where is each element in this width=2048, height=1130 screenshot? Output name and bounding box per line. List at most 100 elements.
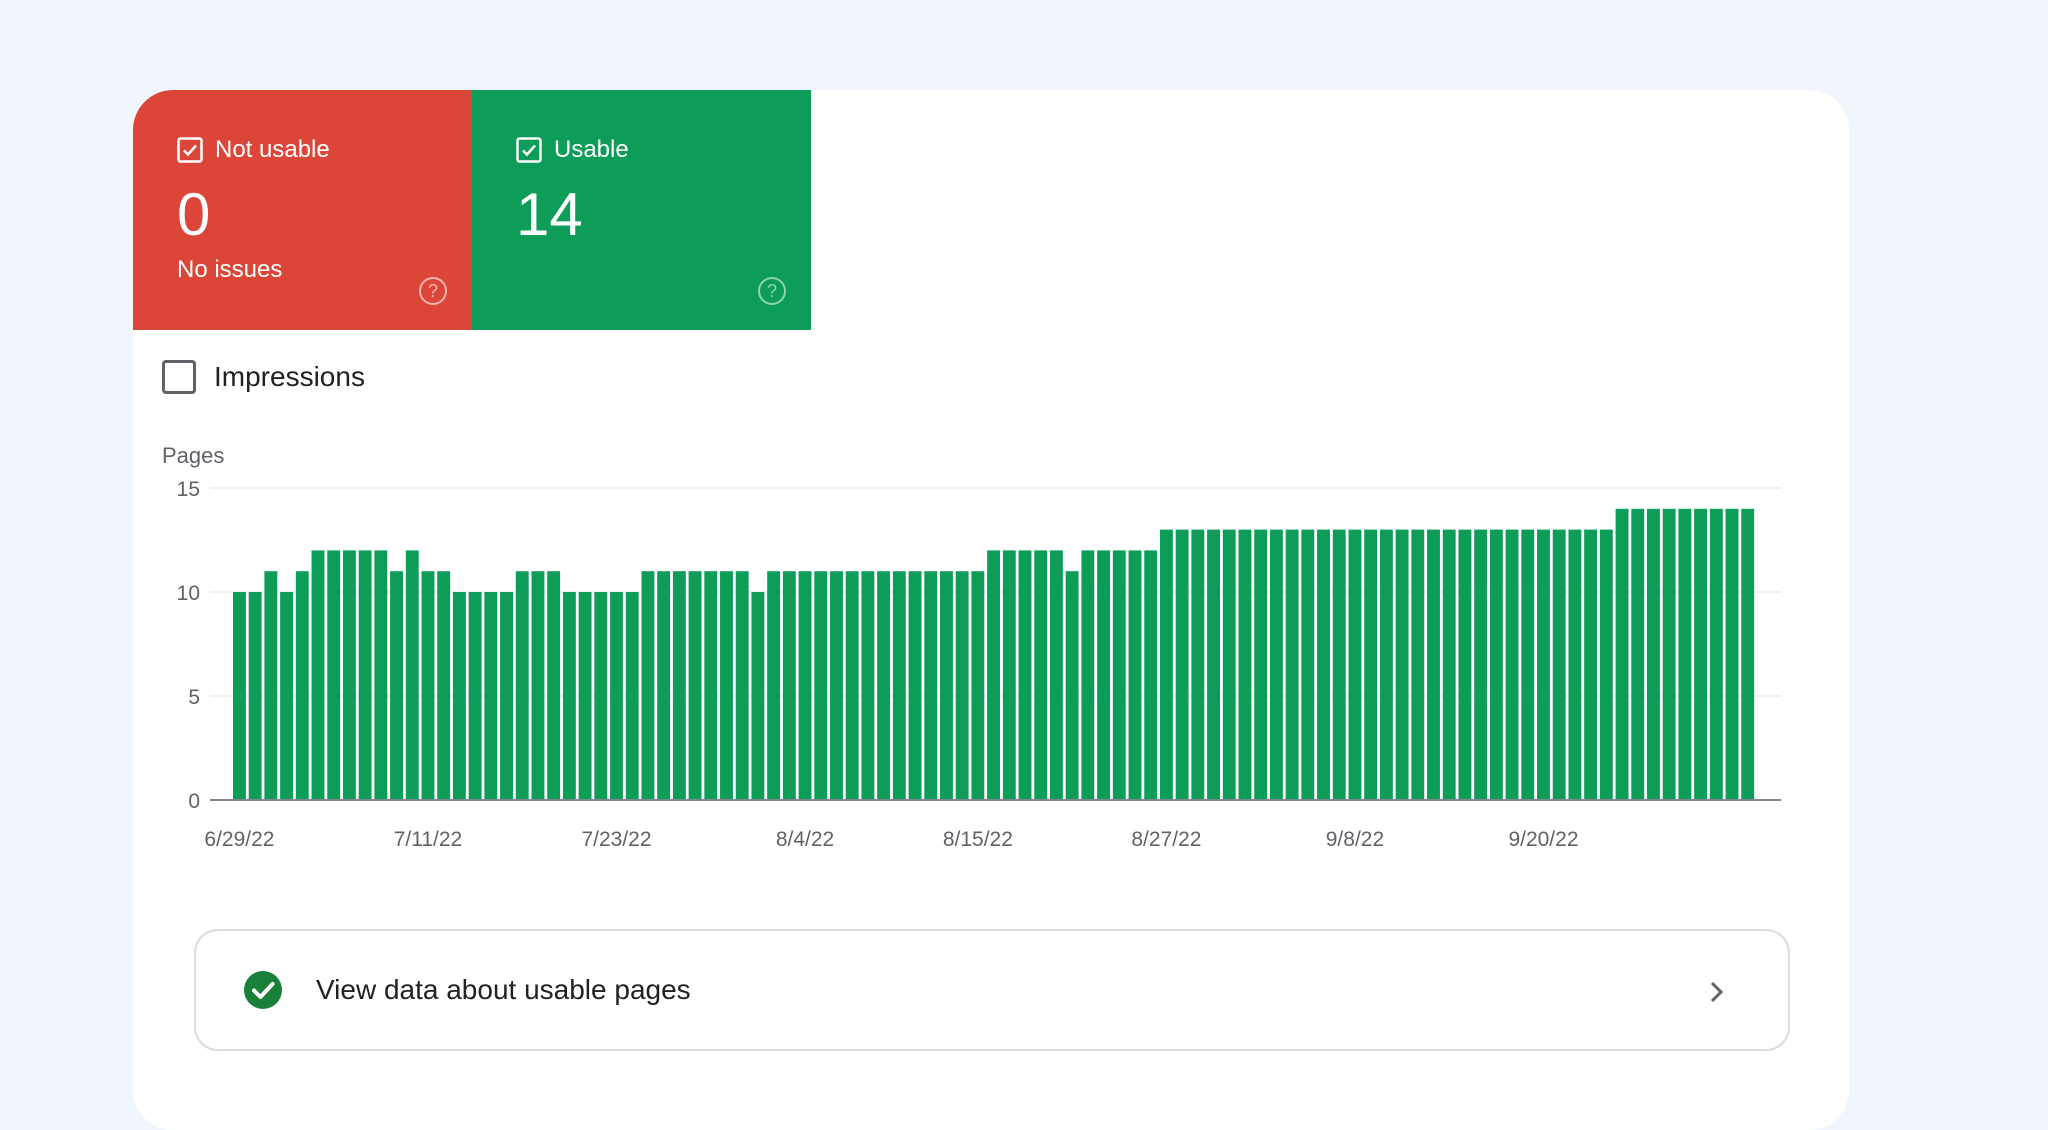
bar (1238, 529, 1252, 800)
bar (405, 550, 419, 800)
bar (1348, 529, 1362, 800)
bar (452, 592, 466, 800)
bar (1647, 508, 1660, 800)
bar (390, 571, 403, 800)
bar (1002, 550, 1016, 800)
bar (861, 571, 875, 800)
bar (1395, 529, 1409, 800)
bar (720, 571, 733, 800)
bar (1442, 529, 1456, 800)
bar (1379, 529, 1393, 800)
mobile-usability-card: Not usable 0 No issues ? Usable 14 ? Imp… (133, 90, 1849, 1130)
bar (830, 571, 843, 800)
check-circle-icon (244, 971, 282, 1009)
bar (625, 592, 639, 800)
bar (531, 571, 545, 800)
bar (578, 592, 592, 800)
bar (1144, 550, 1158, 800)
bar (1427, 529, 1440, 800)
bar (1175, 529, 1189, 800)
bar (1332, 529, 1346, 800)
bar (1709, 508, 1723, 800)
bar (342, 550, 356, 800)
bar (1191, 529, 1205, 800)
x-tick-label: 8/15/22 (943, 828, 1013, 851)
bar (955, 571, 969, 800)
bar (437, 571, 451, 800)
bar (892, 571, 906, 800)
bar (814, 571, 828, 800)
x-tick-label: 9/8/22 (1326, 828, 1384, 851)
bar (1018, 550, 1032, 800)
x-tick-label: 6/29/22 (204, 828, 274, 851)
bar (610, 592, 623, 800)
bar (1317, 529, 1330, 800)
bar (280, 592, 294, 800)
bar (1269, 529, 1283, 800)
bar (641, 571, 655, 800)
y-tick-label: 0 (188, 790, 200, 813)
bar (1615, 508, 1629, 800)
bar (798, 571, 812, 800)
bar (1222, 529, 1236, 800)
chevron-right-icon (1710, 981, 1724, 1003)
bar (295, 571, 309, 800)
bar (1065, 571, 1079, 800)
cta-label: View data about usable pages (316, 974, 691, 1005)
x-tick-label: 7/11/22 (394, 828, 463, 851)
bar (1741, 508, 1755, 800)
bar (1537, 529, 1550, 800)
y-tick-label: 15 (177, 478, 200, 501)
bar (468, 592, 482, 800)
bar (767, 571, 781, 800)
bar (311, 550, 325, 800)
bar (264, 571, 278, 800)
bar (1552, 529, 1566, 800)
bar (908, 571, 922, 800)
bar (1678, 508, 1692, 800)
bar (421, 571, 435, 800)
bar (688, 571, 702, 800)
bar (562, 592, 576, 800)
bar (1568, 529, 1582, 800)
bar (1505, 529, 1519, 800)
bar (1097, 550, 1110, 800)
bar (845, 571, 859, 800)
bar (672, 571, 686, 800)
bar (751, 592, 765, 800)
bar (358, 550, 372, 800)
bar (924, 571, 938, 800)
bar (515, 571, 529, 800)
bar (484, 592, 498, 800)
bar (1694, 508, 1708, 800)
bar (987, 550, 1001, 800)
x-tick-label: 9/20/22 (1508, 828, 1578, 851)
bar (1458, 529, 1472, 800)
bar (500, 592, 513, 800)
bar (1489, 529, 1503, 800)
bar (1725, 508, 1739, 800)
bar (248, 592, 262, 800)
bar (1034, 550, 1048, 800)
bar (704, 571, 718, 800)
bar (1599, 529, 1613, 800)
bar (327, 550, 341, 800)
bar (1254, 529, 1268, 800)
bar (1301, 529, 1315, 800)
pages-bar-chart: 0 5 10 15 6/29/22 7/11/22 7/23/22 8/4/22 8/15/22… (177, 478, 1781, 851)
bar (1081, 550, 1095, 800)
x-tick-label: 7/23/22 (581, 828, 651, 851)
x-tick-label: 8/4/22 (776, 828, 834, 851)
bar (1474, 529, 1488, 800)
bar (1159, 529, 1173, 800)
bar (782, 571, 796, 800)
y-tick-label: 10 (177, 582, 200, 605)
bar (594, 592, 608, 800)
bar (1364, 529, 1378, 800)
bar (1662, 508, 1676, 800)
view-usable-pages-button[interactable]: View data about usable pages (194, 929, 1790, 1051)
y-tick-label: 5 (188, 686, 200, 709)
bar (1049, 550, 1063, 800)
bar (1411, 529, 1425, 800)
bar (233, 592, 246, 800)
